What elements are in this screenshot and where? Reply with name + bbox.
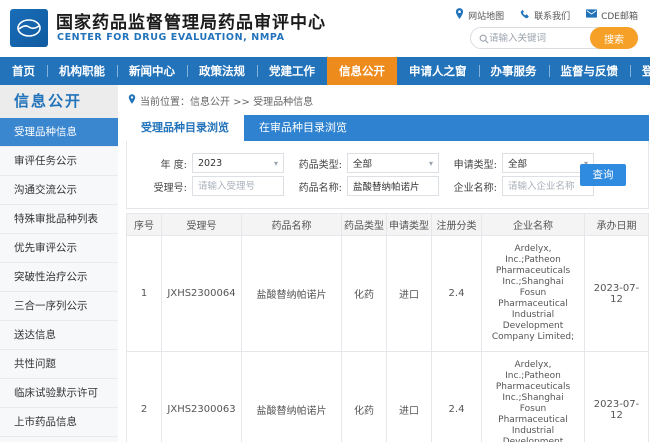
mail-link[interactable]: CDE邮箱	[586, 8, 638, 22]
col-date: 承办日期	[585, 214, 649, 236]
contact-link[interactable]: 联系我们	[520, 8, 570, 22]
col-drug-name: 药品名称	[242, 214, 342, 236]
sidebar-item-clinical-trial-license[interactable]: 临床试验默示许可	[0, 379, 118, 408]
accept-no-label: 受理号:	[129, 179, 187, 194]
chevron-down-icon: ▾	[274, 159, 278, 168]
nav-party[interactable]: 党建工作	[257, 57, 327, 85]
table-row: 2 JXHS2300063 盐酸替纳帕诺片 化药 进口 2.4 Ardelyx,…	[127, 352, 649, 442]
sidebar-item-review-tasks[interactable]: 审评任务公示	[0, 147, 118, 176]
sidebar-item-three-in-one[interactable]: 三合一序列公示	[0, 292, 118, 321]
filter-panel: 年 度: 2023 ▾ 药品类型: 全部 ▾ 申请类型: 全部 ▾ 受理号:	[126, 141, 649, 209]
nav-news[interactable]: 新闻中心	[117, 57, 187, 85]
sitemap-link[interactable]: 网站地图	[455, 8, 504, 22]
sidebar-item-breakthrough-therapy[interactable]: 突破性治疗公示	[0, 263, 118, 292]
site-search: 搜索	[470, 27, 638, 49]
phone-icon	[520, 9, 530, 22]
location-pin-icon	[455, 8, 464, 22]
results-table: 序号 受理号 药品名称 药品类型 申请类型 注册分类 企业名称 承办日期 1 J…	[126, 213, 649, 442]
query-button[interactable]: 查询	[580, 164, 626, 186]
tabbar: 受理品种目录浏览 在审品种目录浏览	[126, 115, 649, 141]
year-label: 年 度:	[129, 156, 187, 171]
nav-policy[interactable]: 政策法规	[187, 57, 257, 85]
accept-no-input[interactable]	[198, 181, 278, 192]
sidebar-item-accepted-varieties[interactable]: 受理品种信息	[0, 118, 118, 147]
site-subtitle: CENTER FOR DRUG EVALUATION, NMPA	[57, 32, 285, 43]
site-header: 国家药品监督管理局药品审评中心 CENTER FOR DRUG EVALUATI…	[0, 0, 650, 57]
apply-type-label: 申请类型:	[439, 156, 497, 171]
sidebar-title: 信息公开	[0, 85, 118, 118]
col-reg-class: 注册分类	[432, 214, 482, 236]
drug-name-field-wrap	[347, 176, 439, 196]
table-header-row: 序号 受理号 药品名称 药品类型 申请类型 注册分类 企业名称 承办日期	[127, 214, 649, 236]
sidebar-item-special-approval[interactable]: 特殊审批品种列表	[0, 205, 118, 234]
sidebar-item-marketed-drugs[interactable]: 上市药品信息	[0, 408, 118, 437]
sidebar-item-excipient-registration[interactable]: 原辅包登记信息	[0, 437, 118, 442]
nav-supervision[interactable]: 监督与反馈	[549, 57, 631, 85]
tab-under-review-catalog[interactable]: 在审品种目录浏览	[244, 115, 362, 141]
col-drug-type: 药品类型	[342, 214, 387, 236]
col-seq: 序号	[127, 214, 162, 236]
sidebar-item-priority-review[interactable]: 优先审评公示	[0, 234, 118, 263]
nav-registration-platform[interactable]: 登记备案平台	[630, 57, 650, 85]
sidebar-item-communication[interactable]: 沟通交流公示	[0, 176, 118, 205]
sidebar-item-delivery-info[interactable]: 送达信息	[0, 321, 118, 350]
col-accept-no: 受理号	[162, 214, 242, 236]
search-icon	[479, 29, 489, 48]
year-select[interactable]: 2023 ▾	[192, 153, 284, 173]
table-row: 1 JXHS2300064 盐酸替纳帕诺片 化药 进口 2.4 Ardelyx,…	[127, 236, 649, 352]
nav-info-disclosure[interactable]: 信息公开	[327, 57, 397, 85]
drug-type-label: 药品类型:	[284, 156, 342, 171]
nav-services[interactable]: 办事服务	[479, 57, 549, 85]
accept-no-field-wrap	[192, 176, 284, 196]
company-input[interactable]	[508, 181, 588, 192]
breadcrumb: 当前位置：信息公开 >> 受理品种信息	[128, 93, 649, 108]
top-links: 网站地图 联系我们 CDE邮箱	[455, 8, 638, 22]
sidebar-item-common-issues[interactable]: 共性问题	[0, 350, 118, 379]
content-area: 信息公开 受理品种信息 审评任务公示 沟通交流公示 特殊审批品种列表 优先审评公…	[0, 85, 650, 442]
main-panel: 当前位置：信息公开 >> 受理品种信息 受理品种目录浏览 在审品种目录浏览 年 …	[118, 85, 650, 442]
location-pin-icon	[128, 94, 136, 107]
company-label: 企业名称:	[439, 179, 497, 194]
search-button[interactable]: 搜索	[590, 27, 638, 49]
drug-name-input[interactable]	[353, 181, 433, 192]
col-apply-type: 申请类型	[387, 214, 432, 236]
nav-applicant[interactable]: 申请人之窗	[397, 57, 479, 85]
site-title: 国家药品监督管理局药品审评中心	[56, 8, 326, 33]
nav-home[interactable]: 首页	[0, 57, 47, 85]
main-nav: 首页 机构职能 新闻中心 政策法规 党建工作 信息公开 申请人之窗 办事服务 监…	[0, 57, 650, 85]
cde-logo	[10, 9, 48, 47]
nav-functions[interactable]: 机构职能	[47, 57, 117, 85]
tab-accepted-catalog[interactable]: 受理品种目录浏览	[126, 115, 244, 141]
drug-type-select[interactable]: 全部 ▾	[347, 153, 439, 173]
mail-icon	[586, 9, 597, 21]
chevron-down-icon: ▾	[429, 159, 433, 168]
drug-name-label: 药品名称:	[284, 179, 342, 194]
sidebar: 信息公开 受理品种信息 审评任务公示 沟通交流公示 特殊审批品种列表 优先审评公…	[0, 85, 118, 442]
col-company: 企业名称	[482, 214, 585, 236]
